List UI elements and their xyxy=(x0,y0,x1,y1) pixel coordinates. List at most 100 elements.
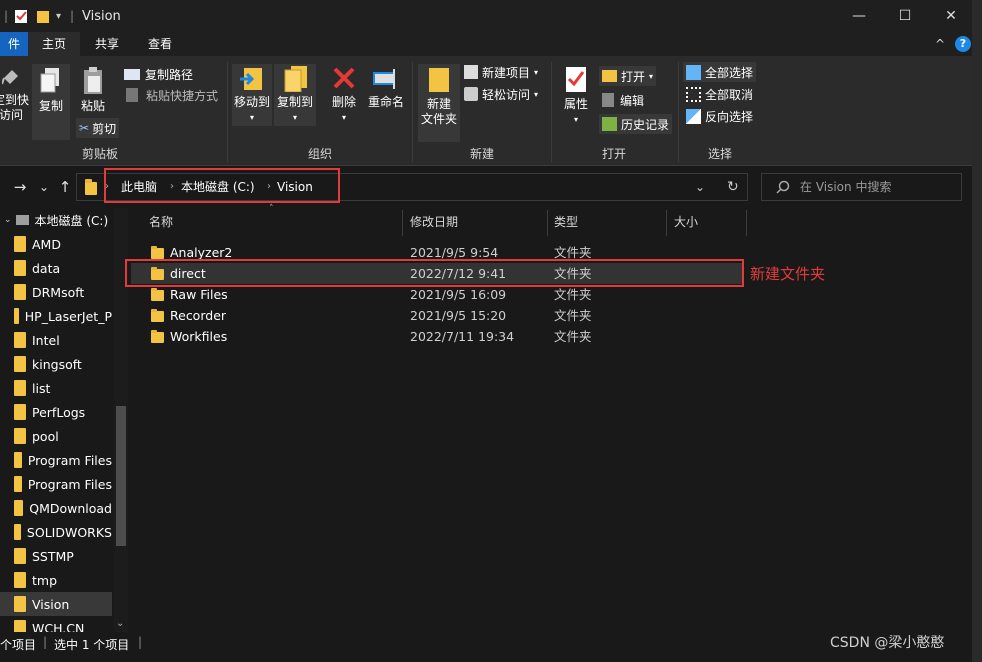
search-placeholder: 在 Vision 中搜索 xyxy=(800,180,892,194)
select-all-label: 全部选择 xyxy=(705,65,754,80)
select-all-button[interactable]: 全部选择 xyxy=(683,62,757,82)
nav-item-folder[interactable]: AMD xyxy=(0,232,112,256)
search-box[interactable]: 在 Vision 中搜索 xyxy=(761,173,962,201)
ribbon-collapse-button[interactable]: ^ xyxy=(930,32,950,56)
quick-access-dropdown[interactable]: ▾ xyxy=(56,0,61,32)
nav-item-folder-selected[interactable]: Vision xyxy=(0,592,112,616)
close-button[interactable]: ✕ xyxy=(928,0,974,32)
pin-to-quick-access-button[interactable]: 定到快 访问 xyxy=(0,64,30,123)
nav-item-folder[interactable]: PerfLogs xyxy=(0,400,112,424)
file-row[interactable]: Raw Files 2021/9/5 16:09 文件夹 xyxy=(131,284,743,305)
nav-item-folder[interactable]: Program Files xyxy=(0,472,112,496)
edit-button[interactable]: 编辑 xyxy=(602,90,644,110)
new-folder-button[interactable]: 新建 文件夹 xyxy=(418,64,460,142)
group-label-clipboard: 剪贴板 xyxy=(81,147,118,161)
nav-item-local-disk[interactable]: ⌄ 本地磁盘 (C:) xyxy=(0,209,112,231)
ribbon-home: 定到快 访问 复制 粘贴 复制路径 粘贴快捷方式 ✂ 剪切 剪贴板 移动到 ▾ … xyxy=(0,56,972,166)
column-divider[interactable] xyxy=(746,210,747,236)
maximize-button[interactable]: ☐ xyxy=(882,0,928,32)
nav-item-folder[interactable]: pool xyxy=(0,424,112,448)
paste-shortcut-label: 粘贴快捷方式 xyxy=(146,88,219,103)
separator: | xyxy=(4,0,10,32)
delete-dropdown: ▾ xyxy=(341,113,346,122)
column-header-type[interactable]: 类型 xyxy=(554,208,578,236)
paste-button[interactable]: 粘贴 xyxy=(74,64,112,114)
paste-shortcut-button[interactable]: 粘贴快捷方式 xyxy=(124,85,218,105)
minimize-button[interactable]: — xyxy=(836,0,882,32)
nav-item-folder[interactable]: QMDownload xyxy=(0,496,112,520)
nav-item-label: WCH.CN xyxy=(32,620,85,633)
nav-item-folder[interactable]: SOLIDWORKS xyxy=(0,520,112,544)
cut-button[interactable]: ✂ 剪切 xyxy=(76,118,120,138)
column-divider[interactable] xyxy=(547,210,548,236)
nav-item-folder[interactable]: WCH.CN xyxy=(0,616,112,632)
select-none-icon xyxy=(686,86,701,102)
nav-item-folder[interactable]: HP_LaserJet_P xyxy=(0,304,112,328)
easy-access-label: 轻松访问 xyxy=(482,87,531,102)
forward-button[interactable]: → xyxy=(10,176,30,198)
delete-button[interactable]: 删除 ▾ xyxy=(326,64,362,126)
column-divider[interactable] xyxy=(666,210,667,236)
rename-button[interactable]: 重命名 xyxy=(366,64,406,126)
move-to-button[interactable]: 移动到 ▾ xyxy=(232,64,272,126)
copy-to-icon xyxy=(284,66,307,93)
tab-file[interactable]: 件 xyxy=(0,32,28,56)
group-label-open: 打开 xyxy=(601,147,626,161)
file-date: 2022/7/11 19:34 xyxy=(410,329,515,344)
up-button[interactable]: ↑ xyxy=(55,176,75,198)
open-label: 打开 xyxy=(621,69,646,84)
nav-item-label: Vision xyxy=(32,596,70,612)
column-header-size[interactable]: 大小 xyxy=(674,208,698,236)
folder-icon xyxy=(151,309,164,322)
properties-quick-icon[interactable] xyxy=(14,0,28,32)
nav-item-folder[interactable]: Program Files xyxy=(0,448,112,472)
copy-button[interactable]: 复制 xyxy=(32,64,70,140)
nav-item-folder[interactable]: data xyxy=(0,256,112,280)
folder-icon xyxy=(14,548,26,564)
tab-view[interactable]: 查看 xyxy=(134,32,186,56)
properties-button[interactable]: 属性 ▾ xyxy=(558,64,594,126)
nav-pane-scrollbar-thumb[interactable] xyxy=(116,406,126,546)
copy-icon xyxy=(40,68,59,93)
copy-path-button[interactable]: 复制路径 xyxy=(124,64,193,84)
easy-access-button[interactable]: 轻松访问 ▾ xyxy=(464,84,538,104)
open-dropdown: ▾ xyxy=(649,71,654,81)
drive-icon xyxy=(15,215,29,225)
new-folder-quick-icon[interactable] xyxy=(36,0,50,32)
copy-path-icon xyxy=(124,68,140,80)
delete-label: 删除 xyxy=(331,95,356,109)
select-none-button[interactable]: 全部取消 xyxy=(686,84,753,104)
paste-label: 粘贴 xyxy=(80,99,105,113)
tab-home[interactable]: 主页 xyxy=(28,32,80,56)
column-header-date[interactable]: 修改日期 xyxy=(410,208,458,236)
address-history-dropdown[interactable]: ⌄ xyxy=(695,174,705,200)
new-folder-label-2: 文件夹 xyxy=(420,112,457,126)
nav-item-folder[interactable]: list xyxy=(0,376,112,400)
column-divider[interactable] xyxy=(402,210,403,236)
tab-share[interactable]: 共享 xyxy=(80,32,134,56)
refresh-icon[interactable]: ↻ xyxy=(727,174,739,200)
invert-selection-button[interactable]: 反向选择 xyxy=(686,106,753,126)
status-separator: | xyxy=(138,635,143,649)
nav-item-folder[interactable]: tmp xyxy=(0,568,112,592)
history-button[interactable]: 历史记录 xyxy=(599,114,673,134)
nav-item-folder[interactable]: SSTMP xyxy=(0,544,112,568)
open-button[interactable]: 打开 ▾ xyxy=(599,66,657,86)
nav-item-folder[interactable]: kingsoft xyxy=(0,352,112,376)
recent-locations-button[interactable]: ⌄ xyxy=(34,176,54,198)
file-row[interactable]: Workfiles 2022/7/11 19:34 文件夹 xyxy=(131,326,743,347)
scroll-down-arrow-icon[interactable]: ⌄ xyxy=(116,618,124,629)
copy-to-button[interactable]: 复制到 ▾ xyxy=(274,64,316,126)
file-row[interactable]: Recorder 2021/9/5 15:20 文件夹 xyxy=(131,305,743,326)
nav-item-label: Intel xyxy=(32,332,60,348)
help-icon[interactable]: ? xyxy=(955,36,971,52)
nav-item-folder[interactable]: DRMsoft xyxy=(0,280,112,304)
nav-item-folder[interactable]: Intel xyxy=(0,328,112,352)
column-header-name[interactable]: 名称 xyxy=(149,208,173,236)
nav-item-label: data xyxy=(32,260,61,276)
folder-icon xyxy=(14,428,26,444)
file-type: 文件夹 xyxy=(554,308,592,323)
new-item-button[interactable]: 新建项目 ▾ xyxy=(464,62,538,82)
file-name: Workfiles xyxy=(170,329,228,344)
file-name: Raw Files xyxy=(170,287,228,302)
